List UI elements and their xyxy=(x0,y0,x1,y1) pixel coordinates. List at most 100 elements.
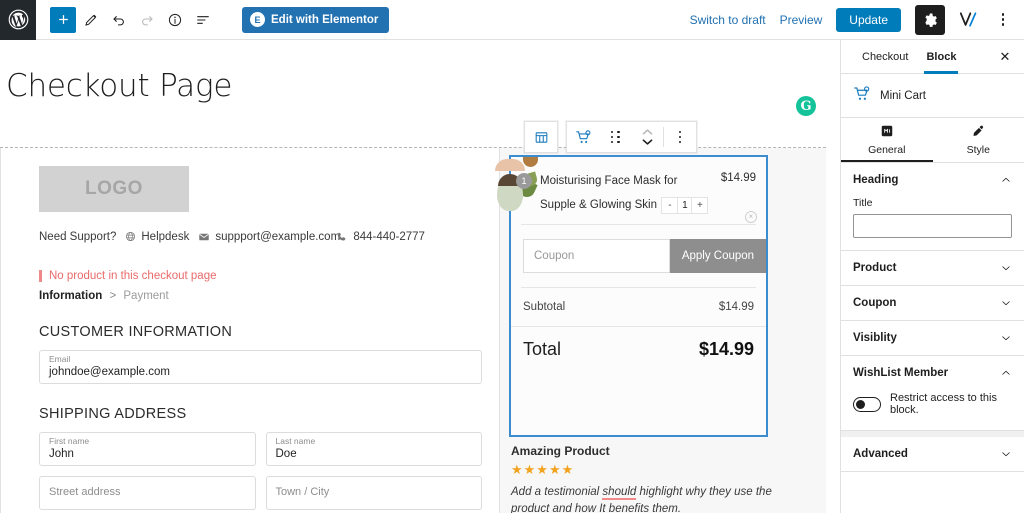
chevron-down-icon xyxy=(1000,262,1012,274)
name-fields-row: First name John Last name Doe xyxy=(39,432,482,466)
first-name-label: First name xyxy=(49,436,90,447)
switch-to-draft-button[interactable]: Switch to draft xyxy=(690,13,766,27)
panel-wishlist-member-header[interactable]: WishList Member xyxy=(853,356,1012,390)
panel-advanced: Advanced xyxy=(841,437,1024,472)
wordpress-logo-icon[interactable] xyxy=(0,0,36,40)
tab-checkout[interactable]: Checkout xyxy=(853,40,917,74)
remove-item-icon[interactable]: × xyxy=(745,211,757,223)
more-options-icon[interactable] xyxy=(664,122,696,152)
grammarly-icon[interactable]: G xyxy=(796,96,816,116)
panel-wishlist-member: WishList Member Restrict access to this … xyxy=(841,356,1024,431)
subtotal-label: Subtotal xyxy=(523,300,566,313)
panel-advanced-title: Advanced xyxy=(853,448,908,460)
mini-cart-block[interactable]: 1 Moisturising Face Mask for Supple & Gl… xyxy=(495,155,768,437)
edit-tool-button[interactable] xyxy=(78,7,104,33)
title-input[interactable] xyxy=(853,214,1012,238)
cart-item-details: Moisturising Face Mask for Supple & Glow… xyxy=(531,171,713,214)
qty-increase-button[interactable]: + xyxy=(692,198,707,213)
panel-product-title: Product xyxy=(853,262,897,274)
panel-product-header[interactable]: Product xyxy=(853,251,1012,285)
tab-general[interactable]: General xyxy=(841,118,933,162)
move-block-updown-buttons[interactable] xyxy=(631,122,663,152)
page-title[interactable]: Checkout Page xyxy=(0,40,840,104)
checkout-block: LOGO Need Support? Helpdesk suppport@exa… xyxy=(0,147,826,513)
first-name-field[interactable]: First name John xyxy=(39,432,256,466)
list-view-button[interactable] xyxy=(190,7,216,33)
coupon-row: Coupon Apply Coupon xyxy=(511,225,766,287)
store-logo-placeholder[interactable]: LOGO xyxy=(39,166,189,212)
total-value: $14.99 xyxy=(698,338,754,359)
cart-item-price: $14.99 xyxy=(720,172,756,184)
last-name-field[interactable]: Last name Doe xyxy=(265,432,482,466)
breadcrumb-step-information[interactable]: Information xyxy=(39,290,102,302)
support-label: Need Support? xyxy=(39,231,117,243)
star-rating-icon: ★★★★★ xyxy=(511,462,575,477)
close-icon[interactable]: ✕ xyxy=(992,44,1018,70)
email-field-label: Email xyxy=(49,354,71,365)
panel-heading-header[interactable]: Heading xyxy=(853,163,1012,197)
tab-style[interactable]: Style xyxy=(933,118,1024,162)
selected-block-card: Mini Cart xyxy=(841,74,1024,118)
support-item-helpdesk[interactable]: Helpdesk xyxy=(125,230,189,245)
panel-visiblity-header[interactable]: Visiblity xyxy=(853,321,1012,355)
subtotal-row: Subtotal $14.99 xyxy=(511,288,766,326)
preview-button[interactable]: Preview xyxy=(780,13,823,27)
restrict-access-toggle[interactable] xyxy=(853,396,881,412)
support-item-email[interactable]: suppport@example.com xyxy=(198,230,341,246)
admin-toolbar: E Edit with Elementor Switch to draft Pr… xyxy=(0,0,1024,40)
tab-style-label: Style xyxy=(966,144,990,156)
support-item-phone[interactable]: 844-440-2777 xyxy=(336,230,425,246)
panel-coupon-title: Coupon xyxy=(853,297,897,309)
checkout-right-column: 1 Moisturising Face Mask for Supple & Gl… xyxy=(495,148,826,513)
toolbar-actions-group: Switch to draft Preview Update xyxy=(690,4,1024,35)
details-button[interactable] xyxy=(162,7,188,33)
qty-value[interactable]: 1 xyxy=(677,197,693,213)
coupon-input[interactable]: Coupon xyxy=(523,238,670,273)
vw-icon[interactable] xyxy=(959,11,978,28)
support-helpdesk-label: Helpdesk xyxy=(141,231,190,243)
breadcrumb: Information > Payment xyxy=(39,290,481,302)
chevron-up-icon xyxy=(1000,174,1012,186)
undo-button[interactable] xyxy=(106,7,132,33)
no-product-notice: No product in this checkout page xyxy=(39,270,481,282)
update-button[interactable]: Update xyxy=(836,7,901,32)
panel-coupon-header[interactable]: Coupon xyxy=(853,286,1012,320)
support-row: Need Support? Helpdesk suppport@example.… xyxy=(39,230,481,246)
panel-wishlist-member-title: WishList Member xyxy=(853,367,949,379)
street-address-label: Street address xyxy=(49,486,121,499)
gear-icon[interactable] xyxy=(915,4,945,35)
columns-block-icon[interactable] xyxy=(525,122,557,152)
town-city-field[interactable]: Town / City xyxy=(265,476,482,510)
street-address-field[interactable]: Street address xyxy=(39,476,256,510)
qty-decrease-button[interactable]: - xyxy=(662,198,677,213)
selected-block-name: Mini Cart xyxy=(880,89,927,102)
testimonial-block[interactable]: Amazing Product ★★★★★ Add a testimonial … xyxy=(511,444,781,513)
logo-text: LOGO xyxy=(85,178,143,199)
email-field-value: johndoe@example.com xyxy=(49,365,170,378)
edit-with-elementor-button[interactable]: E Edit with Elementor xyxy=(242,6,390,33)
checkout-left-column: LOGO Need Support? Helpdesk suppport@exa… xyxy=(0,148,500,513)
panel-heading-body: Title xyxy=(853,197,1012,250)
tab-block[interactable]: Block xyxy=(917,40,965,74)
panel-advanced-header[interactable]: Advanced xyxy=(853,437,1012,471)
apply-coupon-button[interactable]: Apply Coupon xyxy=(669,238,766,273)
cart-item-quantity-stepper[interactable]: - 1 + xyxy=(661,196,709,214)
cart-item-name[interactable]: Moisturising Face Mask for Supple & Glow… xyxy=(540,175,677,211)
last-name-value: Doe xyxy=(275,447,297,460)
email-field[interactable]: Email johndoe@example.com xyxy=(39,350,482,384)
breadcrumb-step-payment[interactable]: Payment xyxy=(123,290,168,302)
panel-wishlist-member-body: Restrict access to this block. xyxy=(853,390,1012,430)
drag-handle-icon[interactable] xyxy=(599,122,631,152)
block-toolbar-main-group xyxy=(566,121,697,153)
panel-product: Product xyxy=(841,251,1024,286)
add-block-button[interactable] xyxy=(50,6,76,33)
kebab-menu-icon[interactable] xyxy=(992,7,1014,33)
paintbrush-icon xyxy=(971,124,985,141)
redo-button[interactable] xyxy=(134,7,160,33)
mini-cart-icon[interactable] xyxy=(567,122,599,152)
edit-with-elementor-label: Edit with Elementor xyxy=(271,13,379,26)
settings-sidebar: Checkout Block ✕ Mini Cart General Style xyxy=(840,40,1024,513)
last-name-label: Last name xyxy=(275,436,316,447)
support-email-label: suppport@example.com xyxy=(215,231,341,243)
subtotal-value: $14.99 xyxy=(718,300,754,313)
